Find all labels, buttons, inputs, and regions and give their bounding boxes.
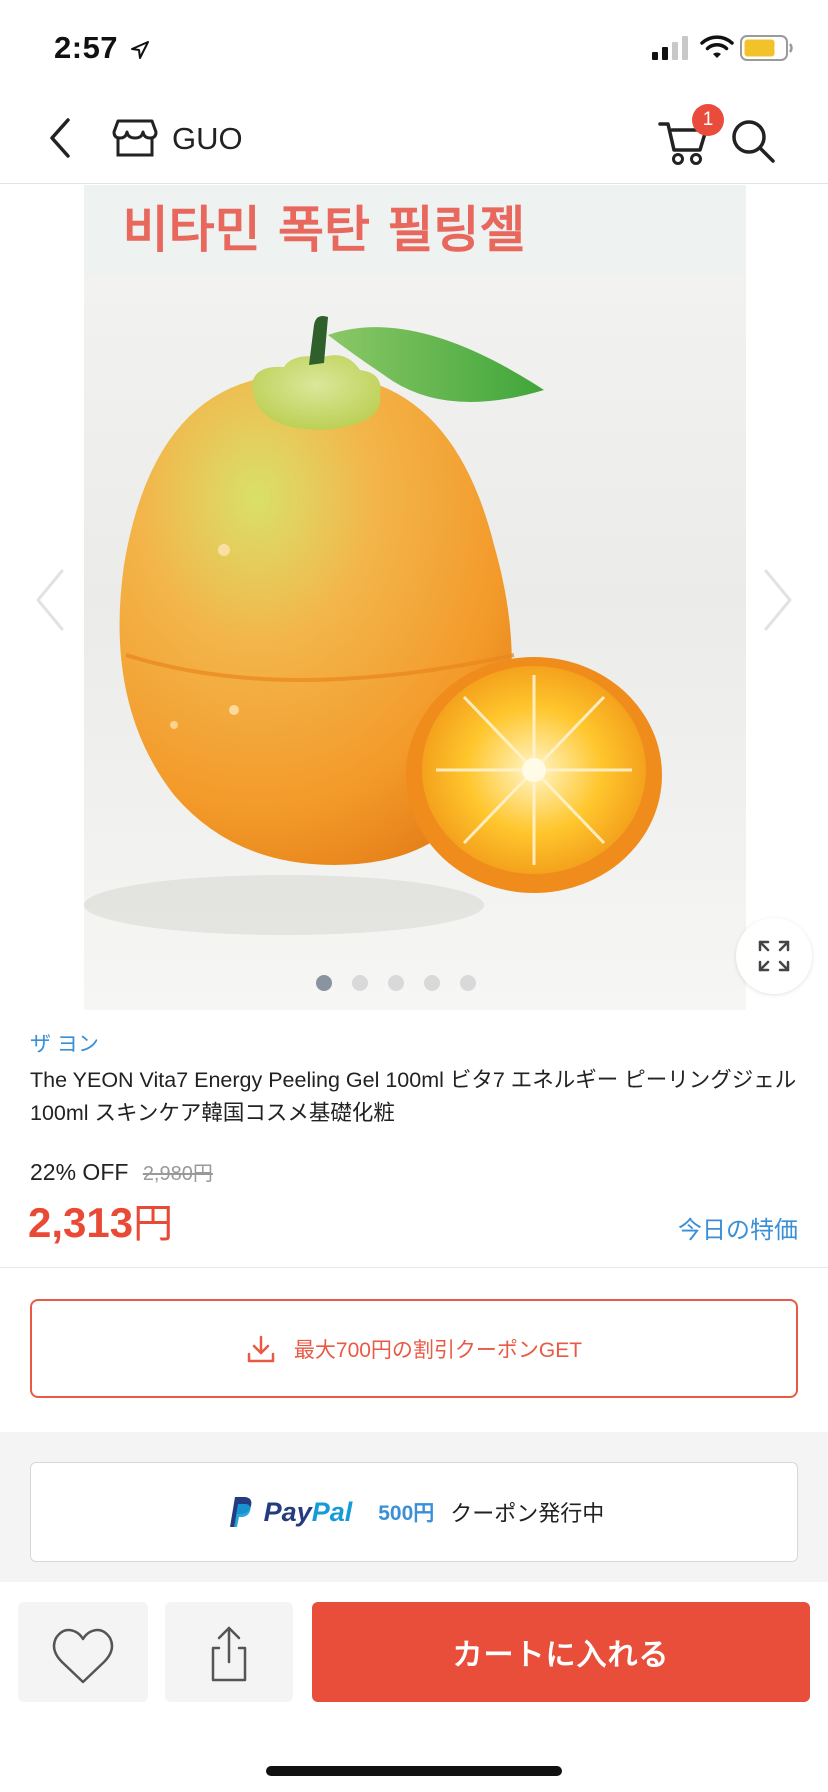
share-icon: [211, 1626, 247, 1682]
battery-icon: [740, 35, 793, 61]
sale-price: 2,313円: [28, 1191, 173, 1249]
store-name[interactable]: GUO: [172, 121, 243, 157]
next-image-arrow-icon[interactable]: [756, 565, 800, 635]
discount-row: 22% OFF 2,980円: [30, 1157, 213, 1186]
add-to-cart-button[interactable]: カートに入れる: [312, 1602, 810, 1702]
product-image-gallery[interactable]: 비타민 폭탄 필링젤: [0, 185, 828, 1010]
pagination-dot[interactable]: [424, 975, 440, 991]
top-nav-bar: GUO 1: [0, 92, 828, 184]
product-image[interactable]: 비타민 폭탄 필링젤: [84, 185, 746, 1010]
cart-count-badge: 1: [692, 104, 724, 136]
pagination-dot[interactable]: [352, 975, 368, 991]
cell-signal-icon: [652, 36, 688, 60]
get-coupon-button[interactable]: 最大700円の割引クーポンGET: [30, 1299, 798, 1398]
paypal-word-pay: Pay: [263, 1496, 312, 1527]
paypal-p-icon: [229, 1497, 252, 1527]
heart-icon: [52, 1628, 114, 1684]
bottom-action-bar: カートに入れる: [0, 1582, 828, 1792]
previous-image-arrow-icon[interactable]: [28, 565, 72, 635]
sale-price-unit: 円: [133, 1202, 174, 1246]
divider: [0, 1267, 828, 1268]
back-arrow-icon[interactable]: [38, 112, 86, 164]
home-indicator: [266, 1766, 562, 1776]
today-deal-link[interactable]: 今日の特価: [678, 1210, 798, 1245]
sale-price-number: 2,313: [28, 1199, 134, 1246]
paypal-coupon-banner[interactable]: PayPal 500円 クーポン発行中: [30, 1462, 798, 1562]
location-arrow-icon: [131, 41, 149, 59]
original-price: 2,980円: [142, 1163, 213, 1185]
status-time: 2:57: [54, 30, 119, 65]
gallery-pagination-dots: [316, 975, 476, 993]
pagination-dot[interactable]: [460, 975, 476, 991]
status-bar: 2:57: [0, 0, 828, 92]
paypal-logo: PayPal: [224, 1495, 353, 1529]
brand-link[interactable]: ザ ヨン: [30, 1028, 99, 1058]
paypal-coupon-amount: 500円: [378, 1502, 435, 1525]
paypal-coupon-text: クーポン発行中: [450, 1501, 605, 1526]
product-title: The YEON Vita7 Energy Peeling Gel 100ml …: [30, 1068, 797, 1125]
favorite-button[interactable]: [18, 1602, 148, 1702]
pagination-dot[interactable]: [316, 975, 332, 991]
wifi-icon: [700, 35, 734, 58]
expand-fullscreen-icon[interactable]: [736, 918, 812, 994]
paypal-word-pal: Pal: [311, 1496, 353, 1527]
store-icon[interactable]: [112, 118, 158, 158]
discount-percent: 22% OFF: [30, 1159, 129, 1185]
search-icon[interactable]: [728, 116, 778, 166]
download-icon: [247, 1335, 275, 1362]
banner-text: 비타민 폭탄 필링젤: [123, 201, 526, 259]
coupon-label: 最大700円の割引クーポンGET: [293, 1338, 583, 1362]
pagination-dot[interactable]: [388, 975, 404, 991]
share-button[interactable]: [165, 1602, 293, 1702]
